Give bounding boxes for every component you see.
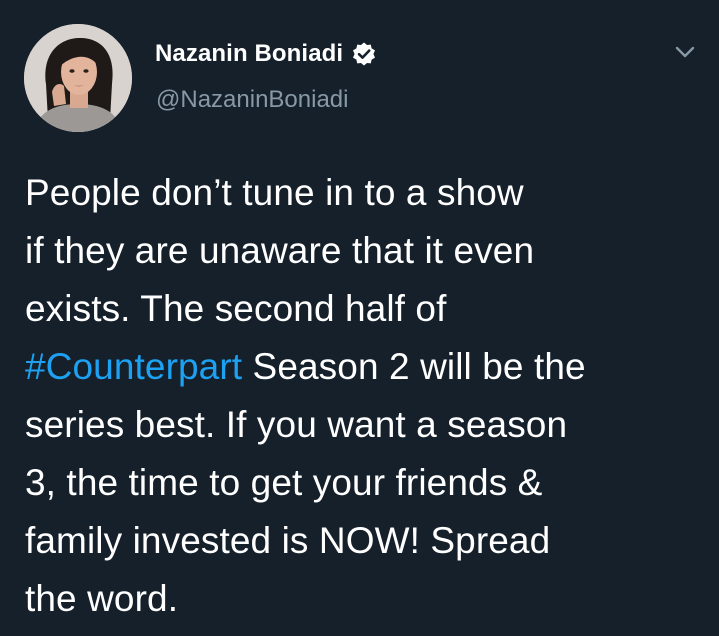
tweet-text: People don’t tune in to a show if they a… [25,164,705,628]
tweet-line: People don’t tune in to a show [25,172,524,213]
tweet-card: Nazanin Boniadi @NazaninBoniadi People d… [0,0,719,636]
author-display-name[interactable]: Nazanin Boniadi [155,40,343,68]
tweet-line: family invested is NOW! Spread [25,520,551,561]
chevron-down-icon[interactable] [670,40,700,64]
tweet-line: if they are unaware that it even [25,230,535,271]
tweet-line: #Counterpart Season 2 will be the [25,338,705,396]
verified-badge-icon [353,42,376,66]
tweet-line-text: Season 2 will be the [242,346,586,387]
tweet-line: series best. If you want a season [25,404,568,445]
hashtag-link[interactable]: #Counterpart [25,346,242,387]
tweet-line: exists. The second half of [25,288,447,329]
avatar-image [24,24,132,132]
author-name-row: Nazanin Boniadi [155,40,377,68]
author-handle[interactable]: @NazaninBoniadi [156,86,348,114]
tweet-line: 3, the time to get your friends & [25,462,543,503]
tweet-line: the word. [25,578,179,619]
avatar[interactable] [24,24,132,132]
